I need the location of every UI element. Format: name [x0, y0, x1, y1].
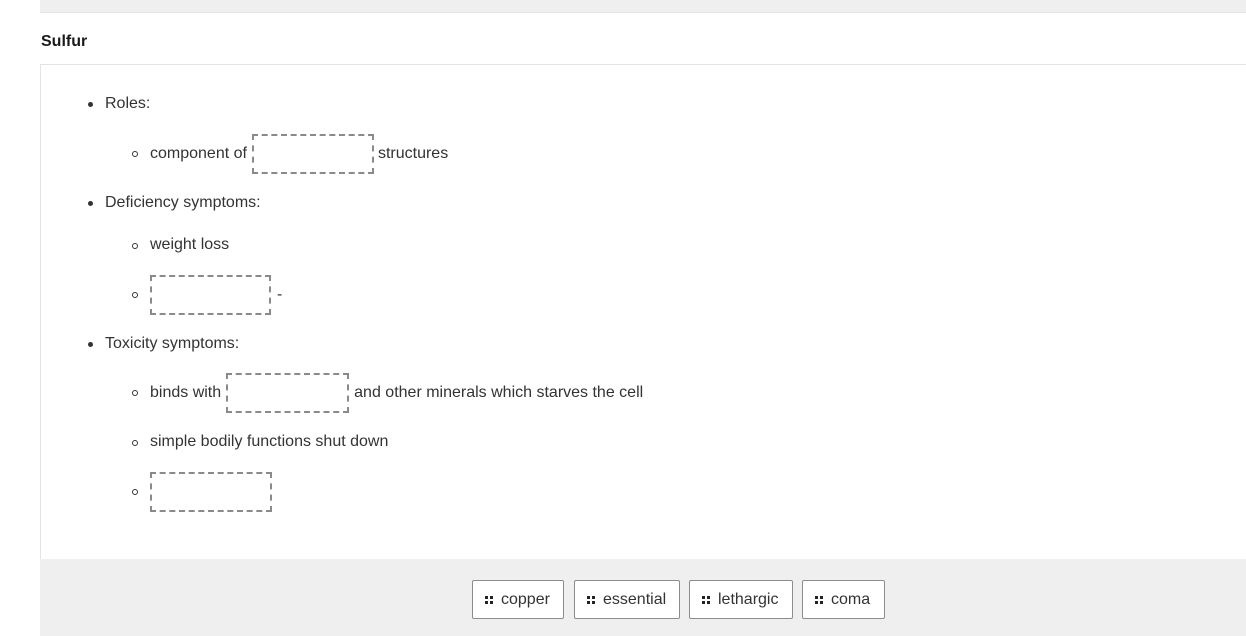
deficiency-item-1-text: weight loss: [150, 236, 230, 253]
drop-zone-toxicity-2[interactable]: [150, 472, 272, 512]
bullet-circle: [132, 292, 138, 298]
toxicity-item-1-after: and other minerals which starves the cel…: [354, 384, 644, 401]
token-copper[interactable]: copper: [472, 580, 564, 619]
token-label: copper: [501, 590, 550, 608]
token-label: essential: [603, 590, 667, 608]
toxicity-heading: Toxicity symptoms:: [105, 324, 239, 364]
toxicity-item-1: binds with and other minerals which star…: [150, 373, 643, 413]
section-title: Sulfur: [41, 33, 88, 50]
bullet-circle: [132, 440, 138, 446]
bullet-disc: [88, 102, 93, 107]
toxicity-item-1-before: binds with: [150, 384, 222, 401]
drop-zone-roles[interactable]: [251, 134, 374, 174]
roles-item-1: component of structures: [150, 134, 448, 174]
roles-item-1-after: structures: [377, 145, 449, 162]
drop-zone-deficiency[interactable]: [150, 275, 271, 315]
toxicity-label: Toxicity symptoms:: [105, 335, 240, 352]
top-divider-strip: [40, 0, 1246, 13]
drag-handle-icon: [815, 595, 823, 604]
deficiency-item-2: -: [150, 275, 282, 315]
toxicity-item-2: simple bodily functions shut down: [150, 422, 388, 462]
roles-item-1-before: component of: [150, 145, 247, 162]
bullet-circle: [132, 151, 138, 157]
drag-handle-icon: [485, 595, 493, 604]
drop-zone-toxicity-1[interactable]: [226, 373, 350, 413]
roles-label: Roles:: [105, 95, 151, 112]
token-coma[interactable]: coma: [802, 580, 885, 619]
bullet-circle: [132, 243, 138, 249]
toxicity-item-2-text: simple bodily functions shut down: [150, 433, 389, 450]
token-label: coma: [831, 590, 871, 608]
drag-handle-icon: [702, 595, 710, 604]
deficiency-label: Deficiency symptoms:: [105, 194, 261, 211]
deficiency-item-2-after: -: [277, 286, 283, 303]
bullet-disc: [88, 201, 93, 206]
deficiency-item-1: weight loss: [150, 225, 229, 265]
bullet-disc: [88, 342, 93, 347]
drag-handle-icon: [587, 595, 595, 604]
token-label: lethargic: [718, 590, 779, 608]
token-lethargic[interactable]: lethargic: [689, 580, 793, 619]
roles-heading: Roles:: [105, 84, 150, 124]
token-essential[interactable]: essential: [574, 580, 680, 619]
bullet-circle: [132, 390, 138, 396]
deficiency-heading: Deficiency symptoms:: [105, 183, 261, 223]
answer-token-tray: copper essential lethargic coma: [40, 559, 1246, 636]
toxicity-item-3: [150, 472, 272, 512]
bullet-circle: [132, 489, 138, 495]
